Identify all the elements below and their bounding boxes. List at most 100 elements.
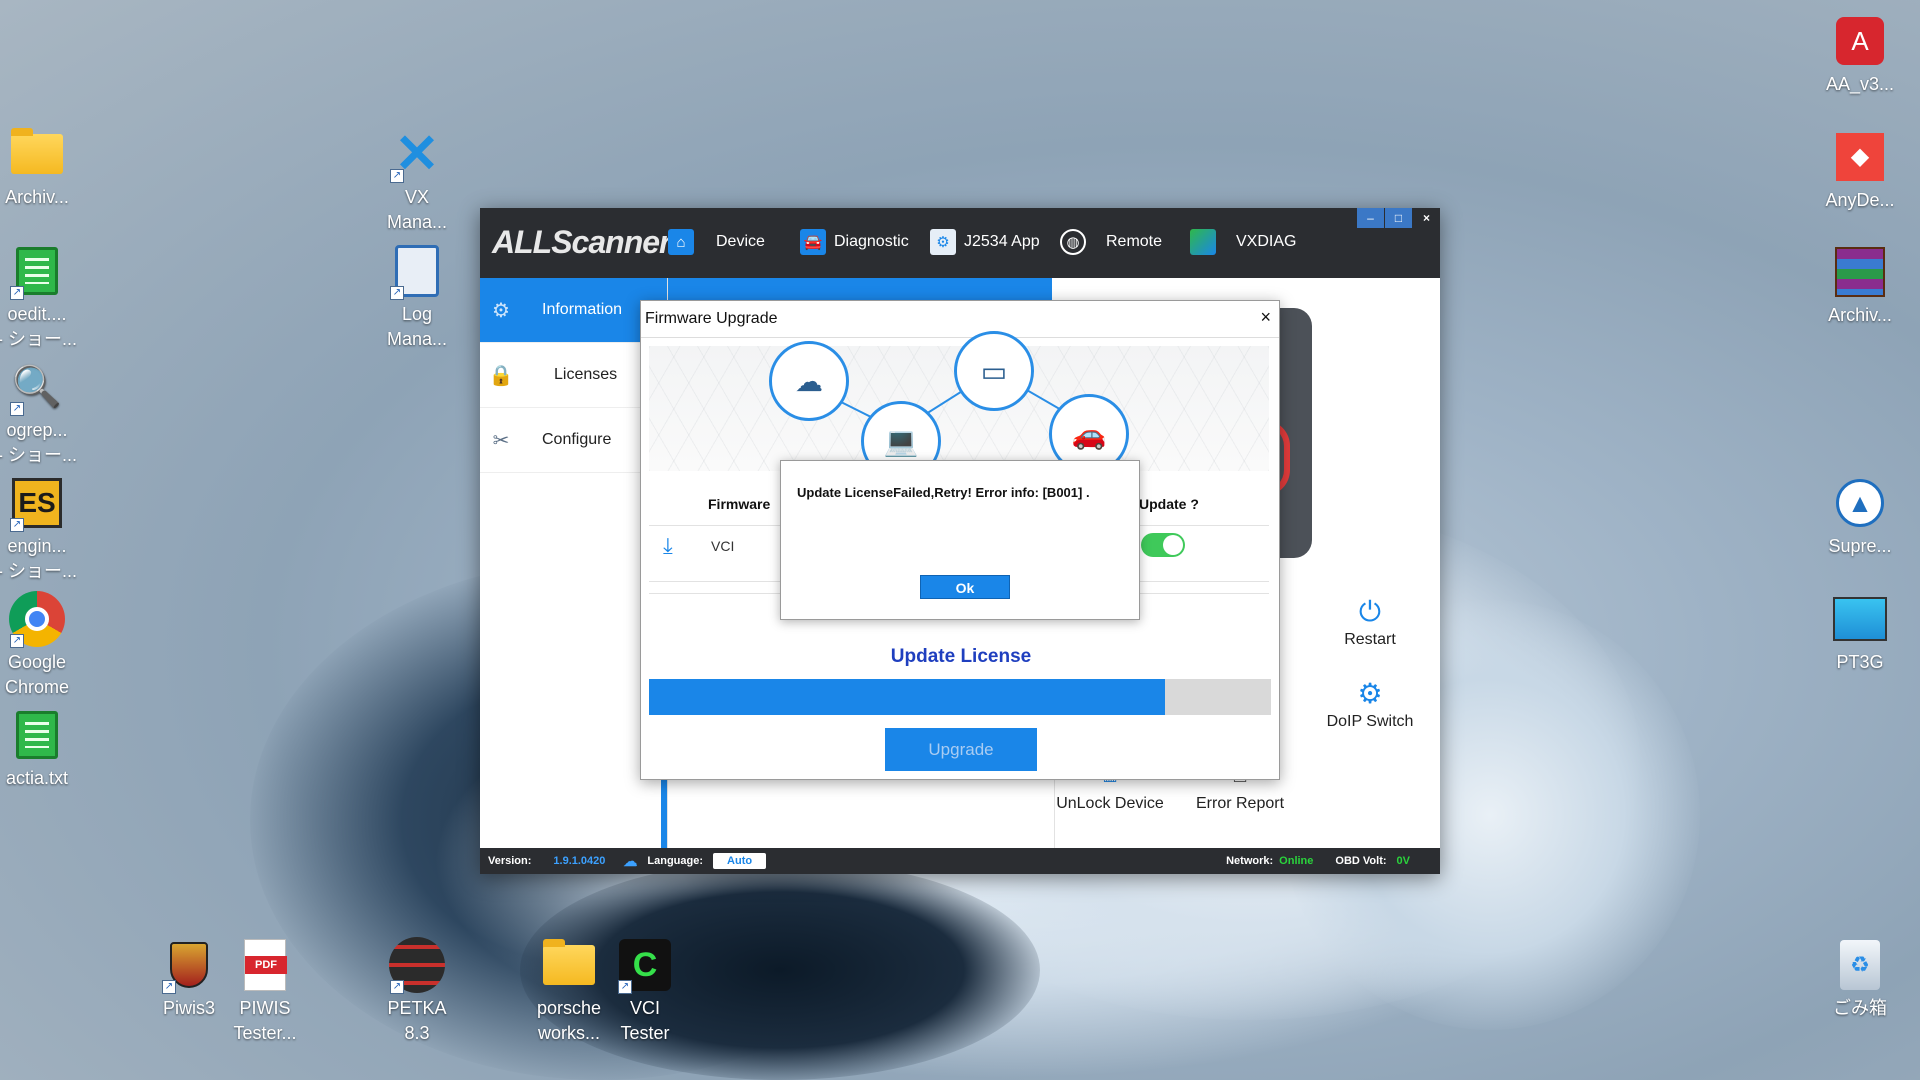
sidebar-item-licenses[interactable]: 🔒 Licenses	[480, 343, 667, 408]
desktop-icon-actia[interactable]: actia.txt	[0, 706, 77, 791]
desktop-icon-label: works...	[537, 1023, 600, 1043]
firmware-banner: ☁ 💻 ▭ 🚗	[649, 331, 1269, 481]
column-update: Update ?	[1139, 496, 1199, 512]
cloud-download-icon[interactable]: ☁	[623, 853, 637, 870]
j2534-icon: ⚙	[930, 229, 956, 255]
desktop-icon-label: AnyDe...	[1825, 190, 1895, 210]
tools-icon: ✂	[492, 429, 510, 452]
cloud-search-icon: ☁	[769, 341, 849, 421]
desktop-icon-winrar[interactable]: Archiv...	[1820, 243, 1900, 328]
desktop-icon-label: Archiv...	[5, 187, 69, 207]
desktop-icon-label: Supre...	[1828, 536, 1892, 556]
desktop-icon-label: PIWIS	[239, 998, 291, 1018]
desktop-icon-label: - ショー...	[0, 445, 77, 465]
desktop-icon-recycle-bin[interactable]: ♻ ごみ箱	[1820, 936, 1900, 1021]
desktop-icon-log-manager[interactable]: ↗ Log Mana...	[377, 242, 457, 352]
tool-label: Restart	[1344, 631, 1396, 648]
desktop-icon-vx-manager[interactable]: ✕ ↗ VX Mana...	[377, 125, 457, 235]
desktop-icon-porsche-works[interactable]: porsche works...	[529, 936, 609, 1046]
nav-j2534[interactable]: ⚙ J2534 App	[930, 224, 1040, 260]
license-progress-bar	[649, 679, 1271, 715]
desktop-icon-label: engin...	[7, 536, 67, 556]
gear-icon: ⚙	[492, 299, 510, 322]
dialog-close-button[interactable]: ×	[1260, 307, 1271, 328]
maximize-button[interactable]: □	[1385, 208, 1412, 228]
title-bar[interactable]: ALLScanner ⌂ Device 🚘 Diagnostic ⚙ J2534…	[480, 208, 1440, 278]
desktop-icon-anydesk[interactable]: ◆ AnyDe...	[1820, 128, 1900, 213]
desktop-icon-chrome[interactable]: ↗ Google Chrome	[0, 590, 77, 700]
obd-volt-label: OBD Volt:	[1335, 855, 1387, 867]
desktop-icon-pt3g[interactable]: PT3G	[1820, 590, 1900, 675]
sidebar-item-label: Licenses	[554, 366, 618, 383]
desktop-icon-ogrep[interactable]: 🔍 ↗ ogrep... - ショー...	[0, 358, 77, 468]
dialog-title: Firmware Upgrade	[641, 301, 1279, 338]
notepad-icon	[8, 706, 66, 764]
sidebar-item-information[interactable]: ⚙ Information	[480, 278, 667, 343]
close-button[interactable]: ×	[1413, 208, 1440, 228]
pdf-icon: PDF	[236, 936, 294, 994]
desktop-icon-archive[interactable]: Archiv...	[0, 125, 77, 210]
column-firmware: Firmware	[708, 496, 771, 512]
desktop-icon-piwis3[interactable]: ↗ Piwis3	[149, 936, 229, 1021]
desktop-icon-piwis-tester[interactable]: PDF PIWIS Tester...	[225, 936, 305, 1046]
monitor-icon	[1831, 590, 1889, 648]
desktop-icon-label: Chrome	[4, 677, 70, 697]
firmware-row-name: VCI	[711, 538, 735, 554]
nav-vxdiag[interactable]: VXDIAG	[1190, 224, 1296, 260]
version-label: Version:	[488, 855, 532, 867]
nav-label: VXDIAG	[1236, 233, 1297, 250]
upgrade-button[interactable]: Upgrade	[885, 728, 1037, 771]
desktop-icon-petka[interactable]: ↗ PETKA 8.3	[377, 936, 457, 1046]
desktop-icon-label: VCI	[629, 998, 660, 1018]
car-icon: 🚘	[800, 229, 826, 255]
progress-fill	[649, 679, 1166, 715]
globe-icon: ◍	[1060, 229, 1086, 255]
network-label: Network:	[1226, 855, 1274, 867]
desktop-icon-vci-tester[interactable]: C ↗ VCI Tester	[605, 936, 685, 1046]
desktop-icon-label: - ショー...	[0, 561, 77, 581]
desktop-icon-label: Mana...	[386, 212, 448, 232]
vx-manager-icon: ✕ ↗	[388, 125, 446, 183]
folder-icon	[540, 936, 598, 994]
desktop-icon-label: Log	[401, 304, 433, 324]
desktop-icon-label: porsche	[536, 998, 602, 1018]
lock-icon: 🔒	[488, 364, 514, 387]
nav-device[interactable]: ⌂ Device	[668, 224, 765, 260]
nav-diagnostic[interactable]: 🚘 Diagnostic	[800, 224, 909, 260]
language-select[interactable]: Auto	[713, 853, 767, 869]
desktop-icon-label: Tester	[620, 1023, 670, 1043]
anydesk-icon: ◆	[1831, 128, 1889, 186]
status-bar: Version: 1.9.1.0420 ☁ Language: Auto Net…	[480, 848, 1440, 874]
supre-icon: ▲	[1831, 474, 1889, 532]
desktop-icon-label: VX	[404, 187, 429, 207]
desktop-icon-acrobat[interactable]: A AA_v3...	[1820, 12, 1900, 97]
desktop-icon-label: 8.3	[404, 1023, 430, 1043]
minimize-button[interactable]: –	[1357, 208, 1384, 228]
desktop-icon-label: actia.txt	[5, 768, 69, 788]
home-icon: ⌂	[668, 229, 694, 255]
nav-remote[interactable]: ◍ Remote	[1060, 224, 1162, 260]
desktop-icon-label: ogrep...	[6, 420, 68, 440]
app-logo: ALLScanner	[492, 224, 671, 260]
desktop-icon-supre[interactable]: ▲ Supre...	[1820, 474, 1900, 559]
desktop-icon-label: PETKA	[387, 998, 447, 1018]
desktop-icon-label: - ショー...	[0, 329, 77, 349]
sidebar-item-configure[interactable]: ✂ Configure	[480, 408, 667, 473]
desktop-icon-label: ごみ箱	[1833, 998, 1887, 1018]
doip-switch-button[interactable]: ⚙ DoIP Switch	[1300, 675, 1440, 731]
content-rail	[661, 778, 667, 848]
ok-button[interactable]: Ok	[920, 575, 1010, 599]
obd-volt-value: 0V	[1396, 855, 1410, 867]
update-toggle[interactable]	[1141, 533, 1185, 557]
vci-tester-icon: C ↗	[616, 936, 674, 994]
desktop-icon-engin[interactable]: ES ↗ engin... - ショー...	[0, 474, 77, 584]
recycle-bin-icon: ♻	[1831, 936, 1889, 994]
es-app-icon: ES ↗	[8, 474, 66, 532]
network-status: Online	[1279, 855, 1314, 867]
download-icon: ⤓	[663, 533, 673, 558]
nav-label: J2534 App	[964, 233, 1040, 250]
petka-icon: ↗	[388, 936, 446, 994]
desktop-icon-oedit[interactable]: ↗ oedit.... - ショー...	[0, 242, 77, 352]
alert-message: Update LicenseFailed,Retry! Error info: …	[797, 485, 1090, 500]
restart-button[interactable]: ⏻ Restart	[1300, 593, 1440, 649]
